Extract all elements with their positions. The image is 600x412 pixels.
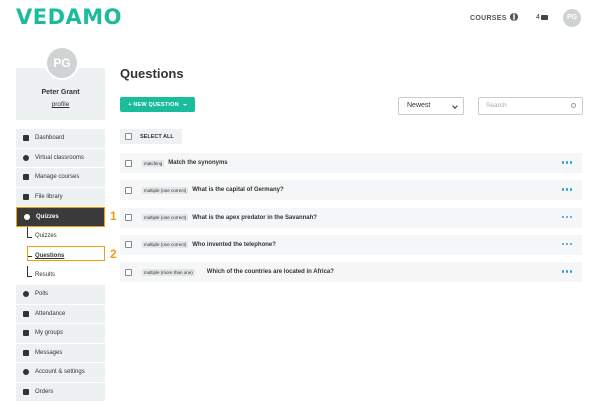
more-options-icon[interactable] bbox=[561, 242, 572, 246]
sidebar-subitem-quizzes[interactable]: Quizzes bbox=[16, 226, 105, 247]
question-checkbox[interactable] bbox=[125, 186, 132, 194]
sidebar-item-quizzes[interactable]: Quizzes bbox=[16, 207, 105, 227]
question-row[interactable]: multiple (one correct) Who invented the … bbox=[120, 234, 582, 255]
sidebar-item-account-settings[interactable]: Account & settings bbox=[16, 363, 105, 383]
callout-number-2: 2 bbox=[110, 247, 117, 261]
question-type-badge: multiple (one correct) bbox=[142, 186, 189, 194]
sidebar-item-label: File library bbox=[35, 193, 63, 200]
sidebar-subitem-results[interactable]: Results bbox=[16, 265, 105, 286]
search-icon[interactable] bbox=[571, 103, 576, 108]
search-input[interactable]: Search bbox=[478, 97, 583, 115]
calendar-icon bbox=[23, 310, 29, 317]
question-icon bbox=[23, 291, 29, 298]
question-type-badge: multiple (one correct) bbox=[142, 241, 189, 249]
question-type-badge: multiple (one correct) bbox=[142, 214, 189, 222]
message-count[interactable]: 4 bbox=[536, 14, 540, 21]
question-text[interactable]: Which of the countries are located in Af… bbox=[207, 269, 334, 275]
top-bar: VEDAMO COURSES 4 PG bbox=[0, 0, 600, 38]
sidebar-item-label: My groups bbox=[35, 330, 64, 337]
question-checkbox[interactable] bbox=[125, 214, 132, 222]
question-text[interactable]: Match the synonyms bbox=[168, 160, 227, 166]
new-question-label: + NEW QUESTION bbox=[128, 101, 179, 108]
callout-number-1: 1 bbox=[110, 209, 117, 223]
question-checkbox[interactable] bbox=[125, 241, 132, 249]
chevron-down-icon bbox=[452, 103, 458, 109]
caret-down-icon bbox=[182, 103, 187, 106]
sidebar-item-label: Dashboard bbox=[35, 135, 65, 142]
envelope-icon[interactable] bbox=[541, 15, 548, 20]
new-question-button[interactable]: + NEW QUESTION bbox=[120, 97, 195, 112]
sidebar-item-label: Virtual classrooms bbox=[35, 154, 84, 161]
more-options-icon[interactable] bbox=[561, 161, 572, 164]
sidebar-item-orders[interactable]: Orders bbox=[16, 382, 105, 402]
pencil-icon bbox=[23, 174, 29, 181]
cart-icon bbox=[23, 388, 29, 395]
select-all-label: SELECT ALL bbox=[140, 133, 174, 140]
grid-icon bbox=[23, 135, 29, 142]
question-row[interactable]: matching Match the synonyms bbox=[120, 153, 582, 173]
sidebar-item-polls[interactable]: Polls bbox=[16, 285, 105, 305]
question-row[interactable]: multiple (one correct) What is the apex … bbox=[120, 207, 582, 228]
question-text[interactable]: What is the apex predator in the Savanna… bbox=[192, 215, 317, 221]
select-all-checkbox[interactable] bbox=[125, 133, 132, 140]
sidebar-item-attendance[interactable]: Attendance bbox=[16, 304, 105, 324]
sidebar-item-label: Quizzes bbox=[36, 213, 59, 220]
users-icon bbox=[23, 330, 29, 337]
search-placeholder: Search bbox=[486, 102, 507, 109]
profile-avatar: PG bbox=[45, 46, 79, 80]
gear-icon bbox=[23, 369, 29, 376]
profile-name: Peter Grant bbox=[41, 89, 80, 96]
sidebar-item-virtual-classrooms[interactable]: Virtual classrooms bbox=[16, 148, 105, 168]
folder-icon bbox=[23, 193, 29, 200]
sidebar-menu: Dashboard Virtual classrooms Manage cour… bbox=[16, 129, 105, 402]
vedamo-logo[interactable]: VEDAMO bbox=[16, 5, 122, 29]
user-avatar[interactable]: PG bbox=[563, 9, 581, 27]
question-list: matching Match the synonyms multiple (on… bbox=[120, 153, 582, 289]
globe-icon[interactable] bbox=[510, 13, 518, 21]
question-type-badge: multiple (more than one) bbox=[142, 268, 195, 276]
questions-highlight-box bbox=[27, 246, 105, 261]
more-options-icon[interactable] bbox=[561, 270, 572, 273]
question-icon bbox=[24, 213, 30, 220]
question-checkbox[interactable] bbox=[125, 268, 132, 276]
gear-icon bbox=[23, 154, 29, 161]
sidebar-subitem-label: Results bbox=[35, 272, 56, 279]
more-options-icon[interactable] bbox=[561, 215, 572, 219]
sidebar-item-label: Orders bbox=[35, 388, 54, 395]
question-checkbox[interactable] bbox=[125, 159, 132, 167]
select-all-bar[interactable]: SELECT ALL bbox=[120, 129, 182, 144]
sidebar-item-label: Account & settings bbox=[35, 369, 85, 376]
page-title: Questions bbox=[120, 66, 184, 81]
question-type-badge: matching bbox=[142, 159, 165, 167]
sidebar-item-label: Attendance bbox=[35, 310, 66, 317]
question-row[interactable]: multiple (more than one) Which of the co… bbox=[120, 262, 582, 283]
question-text[interactable]: What is the capital of Germany? bbox=[192, 187, 283, 193]
sidebar-item-my-groups[interactable]: My groups bbox=[16, 324, 105, 344]
envelope-icon bbox=[23, 349, 29, 356]
sidebar-item-dashboard[interactable]: Dashboard bbox=[16, 129, 105, 149]
sidebar-item-messages[interactable]: Messages bbox=[16, 343, 105, 363]
sidebar-subitem-label: Quizzes bbox=[35, 233, 57, 240]
sidebar-item-file-library[interactable]: File library bbox=[16, 187, 105, 207]
question-text[interactable]: Who invented the telephone? bbox=[192, 242, 276, 248]
more-options-icon[interactable] bbox=[561, 188, 572, 191]
question-row[interactable]: multiple (one correct) What is the capit… bbox=[120, 180, 582, 201]
sort-value: Newest bbox=[407, 102, 431, 109]
profile-link[interactable]: profile bbox=[16, 101, 105, 108]
sidebar-item-manage-courses[interactable]: Manage courses bbox=[16, 168, 105, 188]
sidebar-item-label: Manage courses bbox=[35, 174, 80, 181]
sort-select[interactable]: Newest bbox=[398, 97, 464, 115]
sidebar-item-label: Polls bbox=[35, 291, 49, 298]
sidebar-item-label: Messages bbox=[35, 349, 63, 356]
nav-courses-link[interactable]: COURSES bbox=[470, 15, 507, 22]
